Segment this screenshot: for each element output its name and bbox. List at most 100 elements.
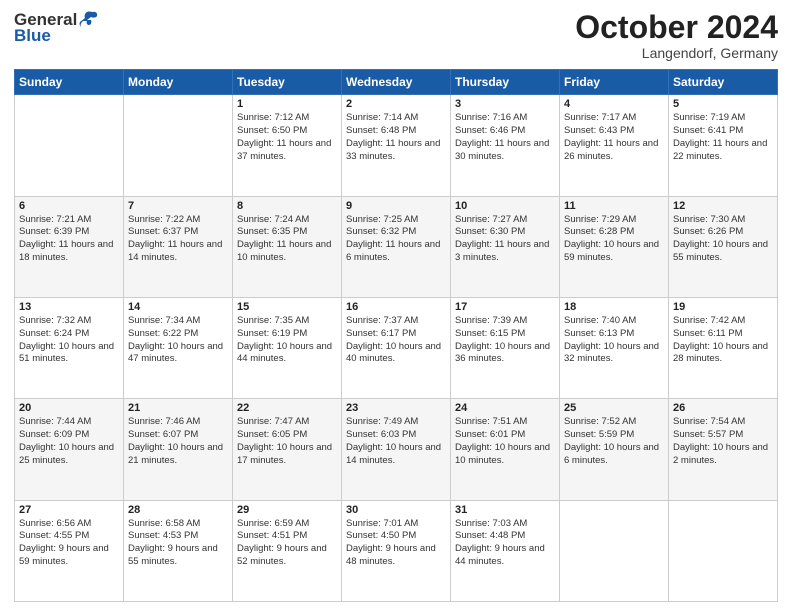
- weekday-header: Monday: [124, 70, 233, 95]
- day-number: 23: [346, 402, 446, 414]
- day-number: 18: [564, 301, 664, 313]
- weekday-header: Tuesday: [233, 70, 342, 95]
- weekday-header: Friday: [560, 70, 669, 95]
- calendar-cell: 27Sunrise: 6:56 AM Sunset: 4:55 PM Dayli…: [15, 500, 124, 601]
- day-detail: Sunrise: 7:39 AM Sunset: 6:15 PM Dayligh…: [455, 315, 555, 366]
- day-detail: Sunrise: 7:52 AM Sunset: 5:59 PM Dayligh…: [564, 416, 664, 467]
- day-number: 19: [673, 301, 773, 313]
- calendar-cell: 24 Sunrise: 7:51 AM Sunset: 6:01 PM Dayli…: [451, 399, 560, 500]
- calendar-cell: 28 Sunrise: 6:58 AM Sunset: 4:53 PM Dayli…: [124, 500, 233, 601]
- day-detail: Sunrise: 7:44 AM Sunset: 6:09 PM Dayligh…: [19, 416, 119, 467]
- day-detail: Sunrise: 7:30 AM Sunset: 6:26 PM Dayligh…: [673, 214, 773, 265]
- day-detail: Sunrise: 7:51 AM Sunset: 6:01 PM Dayligh…: [455, 416, 555, 467]
- calendar-week-row: 27Sunrise: 6:56 AM Sunset: 4:55 PM Dayli…: [15, 500, 778, 601]
- calendar-cell: 11Sunrise: 7:29 AM Sunset: 6:28 PM Dayli…: [560, 196, 669, 297]
- day-number: 24: [455, 402, 555, 414]
- logo: General Blue: [14, 10, 99, 46]
- calendar-cell: 17 Sunrise: 7:39 AM Sunset: 6:15 PM Dayli…: [451, 297, 560, 398]
- calendar-week-row: 1 Sunrise: 7:12 AM Sunset: 6:50 PM Daylig…: [15, 95, 778, 196]
- day-detail: Sunrise: 7:40 AM Sunset: 6:13 PM Dayligh…: [564, 315, 664, 366]
- day-detail: Sunrise: 7:32 AM Sunset: 6:24 PM Dayligh…: [19, 315, 119, 366]
- day-detail: Sunrise: 6:56 AM Sunset: 4:55 PM Dayligh…: [19, 518, 119, 569]
- calendar-cell: 6 Sunrise: 7:21 AM Sunset: 6:39 PM Daylig…: [15, 196, 124, 297]
- day-number: 6: [19, 200, 119, 212]
- title-block: October 2024 Langendorf, Germany: [575, 10, 778, 61]
- day-detail: Sunrise: 7:17 AM Sunset: 6:43 PM Dayligh…: [564, 112, 664, 163]
- calendar-cell: 13 Sunrise: 7:32 AM Sunset: 6:24 PM Dayli…: [15, 297, 124, 398]
- day-detail: Sunrise: 7:19 AM Sunset: 6:41 PM Dayligh…: [673, 112, 773, 163]
- calendar-cell: 5Sunrise: 7:19 AM Sunset: 6:41 PM Daylig…: [669, 95, 778, 196]
- day-number: 2: [346, 98, 446, 110]
- calendar-cell: 19 Sunrise: 7:42 AM Sunset: 6:11 PM Dayli…: [669, 297, 778, 398]
- month-title: October 2024: [575, 10, 778, 45]
- calendar-cell: 3 Sunrise: 7:16 AM Sunset: 6:46 PM Daylig…: [451, 95, 560, 196]
- day-detail: Sunrise: 7:01 AM Sunset: 4:50 PM Dayligh…: [346, 518, 446, 569]
- calendar-cell: 12 Sunrise: 7:30 AM Sunset: 6:26 PM Dayli…: [669, 196, 778, 297]
- day-detail: Sunrise: 7:42 AM Sunset: 6:11 PM Dayligh…: [673, 315, 773, 366]
- calendar-cell: 15Sunrise: 7:35 AM Sunset: 6:19 PM Dayli…: [233, 297, 342, 398]
- calendar-cell: 30 Sunrise: 7:01 AM Sunset: 4:50 PM Dayli…: [342, 500, 451, 601]
- day-detail: Sunrise: 7:22 AM Sunset: 6:37 PM Dayligh…: [128, 214, 228, 265]
- day-number: 1: [237, 98, 337, 110]
- calendar-cell: 16 Sunrise: 7:37 AM Sunset: 6:17 PM Dayli…: [342, 297, 451, 398]
- calendar-cell: 4Sunrise: 7:17 AM Sunset: 6:43 PM Daylig…: [560, 95, 669, 196]
- day-number: 10: [455, 200, 555, 212]
- logo-bird-icon: [79, 10, 99, 30]
- day-number: 25: [564, 402, 664, 414]
- day-detail: Sunrise: 7:35 AM Sunset: 6:19 PM Dayligh…: [237, 315, 337, 366]
- day-number: 31: [455, 504, 555, 516]
- calendar-cell: [15, 95, 124, 196]
- calendar-cell: 2 Sunrise: 7:14 AM Sunset: 6:48 PM Daylig…: [342, 95, 451, 196]
- day-number: 12: [673, 200, 773, 212]
- calendar-cell: 29Sunrise: 6:59 AM Sunset: 4:51 PM Dayli…: [233, 500, 342, 601]
- day-detail: Sunrise: 7:54 AM Sunset: 5:57 PM Dayligh…: [673, 416, 773, 467]
- calendar-cell: 9Sunrise: 7:25 AM Sunset: 6:32 PM Daylig…: [342, 196, 451, 297]
- day-number: 26: [673, 402, 773, 414]
- calendar-cell: 8 Sunrise: 7:24 AM Sunset: 6:35 PM Daylig…: [233, 196, 342, 297]
- calendar-cell: 26 Sunrise: 7:54 AM Sunset: 5:57 PM Dayli…: [669, 399, 778, 500]
- day-number: 20: [19, 402, 119, 414]
- day-detail: Sunrise: 7:37 AM Sunset: 6:17 PM Dayligh…: [346, 315, 446, 366]
- day-number: 13: [19, 301, 119, 313]
- weekday-header: Wednesday: [342, 70, 451, 95]
- day-number: 9: [346, 200, 446, 212]
- calendar-week-row: 6 Sunrise: 7:21 AM Sunset: 6:39 PM Daylig…: [15, 196, 778, 297]
- calendar-cell: 1 Sunrise: 7:12 AM Sunset: 6:50 PM Daylig…: [233, 95, 342, 196]
- day-detail: Sunrise: 7:21 AM Sunset: 6:39 PM Dayligh…: [19, 214, 119, 265]
- weekday-header-row: SundayMondayTuesdayWednesdayThursdayFrid…: [15, 70, 778, 95]
- day-number: 14: [128, 301, 228, 313]
- day-number: 29: [237, 504, 337, 516]
- calendar-week-row: 20 Sunrise: 7:44 AM Sunset: 6:09 PM Dayli…: [15, 399, 778, 500]
- day-number: 22: [237, 402, 337, 414]
- day-number: 16: [346, 301, 446, 313]
- day-detail: Sunrise: 7:03 AM Sunset: 4:48 PM Dayligh…: [455, 518, 555, 569]
- calendar-cell: 21Sunrise: 7:46 AM Sunset: 6:07 PM Dayli…: [124, 399, 233, 500]
- weekday-header: Saturday: [669, 70, 778, 95]
- day-number: 8: [237, 200, 337, 212]
- calendar-cell: 14Sunrise: 7:34 AM Sunset: 6:22 PM Dayli…: [124, 297, 233, 398]
- day-detail: Sunrise: 7:49 AM Sunset: 6:03 PM Dayligh…: [346, 416, 446, 467]
- calendar-cell: 22Sunrise: 7:47 AM Sunset: 6:05 PM Dayli…: [233, 399, 342, 500]
- day-detail: Sunrise: 6:58 AM Sunset: 4:53 PM Dayligh…: [128, 518, 228, 569]
- calendar-week-row: 13 Sunrise: 7:32 AM Sunset: 6:24 PM Dayli…: [15, 297, 778, 398]
- calendar-cell: 20 Sunrise: 7:44 AM Sunset: 6:09 PM Dayli…: [15, 399, 124, 500]
- header: General Blue October 2024 Langendorf, Ge…: [14, 10, 778, 61]
- calendar-cell: 7 Sunrise: 7:22 AM Sunset: 6:37 PM Daylig…: [124, 196, 233, 297]
- day-number: 11: [564, 200, 664, 212]
- calendar-cell: 10Sunrise: 7:27 AM Sunset: 6:30 PM Dayli…: [451, 196, 560, 297]
- calendar-cell: 23 Sunrise: 7:49 AM Sunset: 6:03 PM Dayli…: [342, 399, 451, 500]
- day-number: 7: [128, 200, 228, 212]
- day-detail: Sunrise: 7:12 AM Sunset: 6:50 PM Dayligh…: [237, 112, 337, 163]
- location: Langendorf, Germany: [575, 45, 778, 61]
- day-number: 28: [128, 504, 228, 516]
- day-number: 30: [346, 504, 446, 516]
- weekday-header: Sunday: [15, 70, 124, 95]
- calendar-cell: 25 Sunrise: 7:52 AM Sunset: 5:59 PM Dayli…: [560, 399, 669, 500]
- day-detail: Sunrise: 7:14 AM Sunset: 6:48 PM Dayligh…: [346, 112, 446, 163]
- calendar-table: SundayMondayTuesdayWednesdayThursdayFrid…: [14, 69, 778, 602]
- day-detail: Sunrise: 7:24 AM Sunset: 6:35 PM Dayligh…: [237, 214, 337, 265]
- day-detail: Sunrise: 7:16 AM Sunset: 6:46 PM Dayligh…: [455, 112, 555, 163]
- day-number: 3: [455, 98, 555, 110]
- day-number: 17: [455, 301, 555, 313]
- page-container: General Blue October 2024 Langendorf, Ge…: [0, 0, 792, 612]
